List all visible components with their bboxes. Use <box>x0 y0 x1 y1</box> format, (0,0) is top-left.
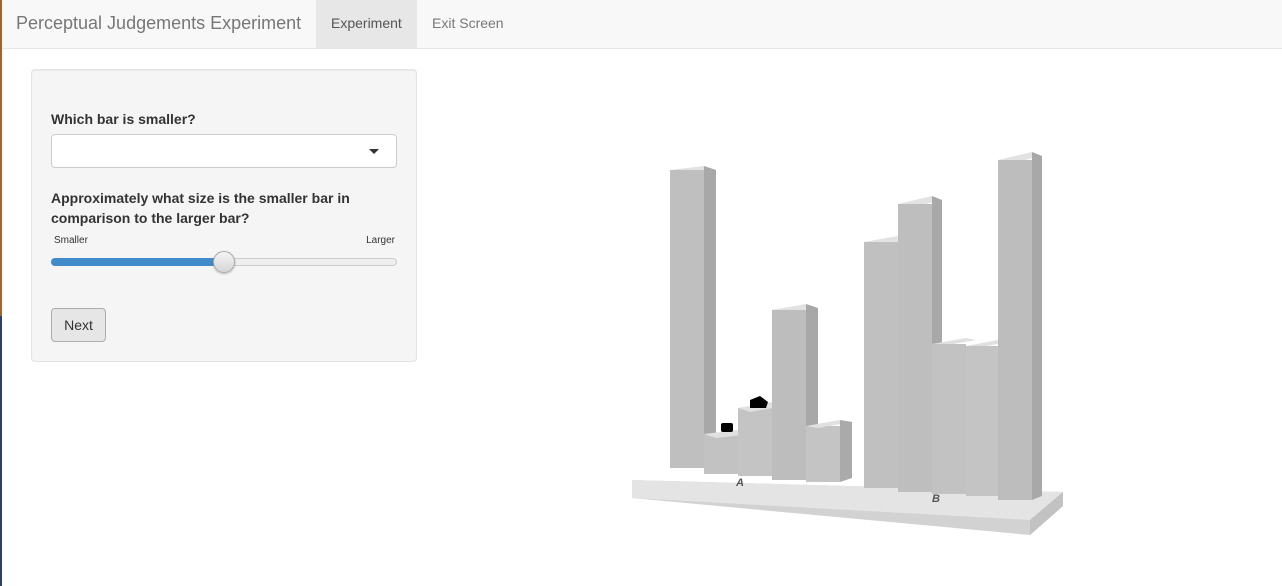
bar-b3 <box>932 344 966 494</box>
question-panel: Which bar is smaller? Approximately what… <box>31 69 417 362</box>
bar-b2 <box>898 204 932 492</box>
chevron-down-icon <box>369 149 379 154</box>
smaller-bar-select[interactable] <box>51 134 397 168</box>
tab-exit-screen[interactable]: Exit Screen <box>417 0 519 48</box>
slider-min-label: Smaller <box>54 235 88 246</box>
bar-b4 <box>966 346 1000 496</box>
bar-group-b: B <box>864 152 1042 505</box>
group-label-b: B <box>932 493 940 505</box>
size-slider-handle[interactable] <box>213 251 235 273</box>
navbar: Perceptual Judgements Experiment Experim… <box>2 0 1282 49</box>
3d-bar-stimulus: A B <box>632 152 1063 535</box>
app-title: Perceptual Judgements Experiment <box>16 13 302 33</box>
size-slider-fill <box>51 258 224 266</box>
tab-experiment[interactable]: Experiment <box>316 0 417 48</box>
bar-side <box>840 420 852 482</box>
bar-group-a: A <box>670 166 852 489</box>
bar-b5 <box>998 160 1032 500</box>
bar-a5 <box>806 426 840 482</box>
question-size-ratio: Approximately what size is the smaller b… <box>51 190 350 226</box>
bar-a2 <box>704 434 738 474</box>
bar-side <box>1032 152 1042 500</box>
marker-dot <box>721 423 733 432</box>
bar-a3 <box>738 408 772 476</box>
window-edge <box>0 316 2 586</box>
question-smaller-bar: Which bar is smaller? <box>51 111 196 127</box>
bar-a1 <box>670 170 704 468</box>
bar-a4 <box>772 310 806 480</box>
bar-side <box>704 166 716 466</box>
marker-dot <box>750 396 768 408</box>
slider-max-label: Larger <box>366 235 395 246</box>
group-label-a: A <box>735 477 744 489</box>
bar-b1 <box>864 242 898 488</box>
next-button[interactable]: Next <box>51 308 106 342</box>
